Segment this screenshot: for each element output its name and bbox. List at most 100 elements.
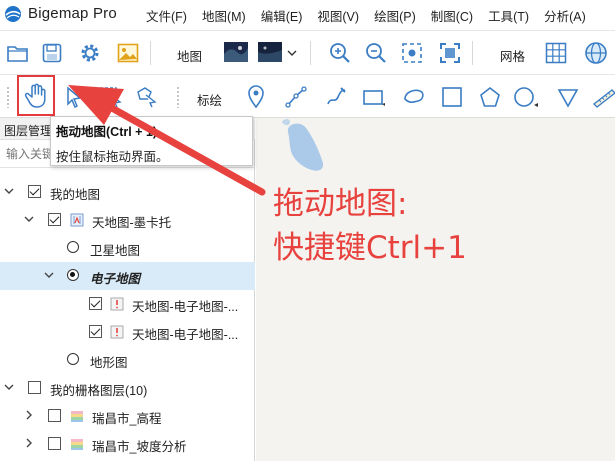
map-radio[interactable]	[67, 353, 79, 365]
tree-label: 我的地图	[50, 188, 101, 202]
chevron-down-icon[interactable]	[284, 39, 300, 67]
globe-icon[interactable]	[582, 39, 610, 67]
polyline-icon[interactable]	[282, 83, 310, 111]
tree-row-vector-layer[interactable]: 天地图-电子地图-...	[0, 290, 255, 318]
map-canvas[interactable]	[256, 118, 615, 461]
tree-label: 瑞昌市_坡度分析	[92, 440, 187, 454]
image-icon[interactable]	[114, 39, 142, 67]
tree-label: 电子地图	[90, 272, 141, 286]
main-toolbar: 地图 网格	[0, 30, 615, 74]
menu-map[interactable]: 地图(M)	[202, 6, 246, 25]
marker-icon[interactable]	[242, 83, 270, 111]
zoom-extent-icon[interactable]	[398, 39, 426, 67]
layer-panel: 图层管理 我的地图 天地图-墨卡托 卫星地图 电子地图	[0, 118, 255, 461]
tree-row-ruichang-slope[interactable]: 瑞昌市_坡度分析	[0, 430, 255, 458]
annotation-line-2: 快捷键Ctrl+1	[273, 230, 467, 266]
freehand-line-icon[interactable]	[322, 83, 350, 111]
tooltip: 拖动地图(Ctrl + 1) 按住鼠标拖动界面。	[50, 116, 253, 166]
tree-label: 天地图-电子地图-...	[132, 328, 239, 342]
menu-edit[interactable]: 编辑(E)	[261, 6, 303, 25]
zoom-out-icon[interactable]	[362, 39, 390, 67]
pentagon-icon[interactable]	[476, 83, 504, 111]
toolbar-grip[interactable]	[6, 86, 10, 108]
rectangle-icon[interactable]	[360, 83, 388, 111]
map-radio[interactable]	[67, 241, 79, 253]
tree-row-tianditu-mercator[interactable]: 天地图-墨卡托	[0, 206, 255, 234]
tree-label: 卫星地图	[90, 244, 141, 258]
shortcut-annotation: 拖动地图: 快捷键Ctrl+1	[273, 182, 467, 270]
chevron-down-icon[interactable]	[4, 382, 14, 392]
grid-label[interactable]: 网格	[500, 46, 525, 65]
layer-checkbox[interactable]	[48, 213, 61, 226]
layer-checkbox[interactable]	[89, 297, 102, 310]
toolbar-divider	[310, 41, 311, 65]
tooltip-title: 拖动地图(Ctrl + 1)	[56, 125, 158, 139]
map-radio[interactable]	[67, 269, 79, 281]
tree-label: 我的栅格图层(10)	[50, 384, 148, 398]
chevron-down-icon[interactable]	[24, 214, 34, 224]
toolbar-divider	[472, 41, 473, 65]
gear-icon[interactable]	[76, 39, 104, 67]
chevron-right-icon[interactable]	[24, 410, 34, 420]
map-label[interactable]: 地图	[177, 46, 202, 65]
zoom-in-icon[interactable]	[326, 39, 354, 67]
layer-checkbox[interactable]	[48, 409, 61, 422]
tree-row-my-raster-layers[interactable]: 我的栅格图层(10)	[0, 374, 255, 402]
drawing-toolbar: 标绘	[0, 74, 615, 118]
tree-row-terrain-map[interactable]: 地形图	[0, 346, 255, 374]
highlight-box	[17, 75, 55, 116]
title-bar: Bigemap Pro 文件(F) 地图(M) 编辑(E) 视图(V) 绘图(P…	[0, 0, 615, 28]
freehand-polygon-icon[interactable]	[400, 83, 428, 111]
layer-checkbox[interactable]	[48, 437, 61, 450]
tile-layer-icon	[110, 325, 124, 339]
layer-checkbox[interactable]	[28, 185, 41, 198]
menu-bar: 文件(F) 地图(M) 编辑(E) 视图(V) 绘图(P) 制图(C) 工具(T…	[146, 6, 601, 25]
open-folder-icon[interactable]	[4, 39, 32, 67]
menu-cartography[interactable]: 制图(C)	[431, 6, 473, 25]
tree-label: 天地图-电子地图-...	[132, 300, 239, 314]
tree-label: 瑞昌市_高程	[92, 412, 162, 426]
menu-tools[interactable]: 工具(T)	[488, 6, 529, 25]
circle-icon[interactable]	[512, 83, 540, 111]
annotate-label[interactable]: 标绘	[197, 90, 222, 109]
chevron-right-icon[interactable]	[24, 438, 34, 448]
bigemap-logo-icon	[5, 6, 21, 22]
map-water-body	[282, 119, 324, 171]
tree-label: 天地图-墨卡托	[92, 216, 172, 230]
select-area-icon[interactable]	[96, 83, 124, 111]
tree-row-annotation-layer[interactable]: 天地图-电子地图-...	[0, 318, 255, 346]
ruler-icon[interactable]	[590, 83, 615, 111]
tree-row-satellite-map[interactable]: 卫星地图	[0, 234, 255, 262]
layer-checkbox[interactable]	[89, 325, 102, 338]
menu-view[interactable]: 视图(V)	[317, 6, 359, 25]
grid-icon[interactable]	[542, 39, 570, 67]
app-name: Bigemap Pro	[28, 5, 117, 22]
toolbar-divider	[150, 41, 151, 65]
chevron-down-icon[interactable]	[44, 270, 54, 280]
tree-row-ruichang-elevation[interactable]: 瑞昌市_高程	[0, 402, 255, 430]
raster-gradient-icon	[71, 439, 83, 450]
menu-analysis[interactable]: 分析(A)	[544, 6, 586, 25]
tree-label: 地形图	[90, 356, 128, 370]
map-layer-icon	[70, 213, 84, 227]
panel-title: 图层管理	[4, 124, 53, 138]
satellite-map-thumbnail-icon[interactable]	[222, 38, 250, 66]
chevron-down-icon[interactable]	[4, 186, 14, 196]
tile-layer-icon	[110, 297, 124, 311]
full-extent-icon[interactable]	[436, 39, 464, 67]
map-style-thumbnail-icon[interactable]	[256, 38, 284, 66]
tree-row-electronic-map[interactable]: 电子地图	[0, 262, 255, 290]
select-pointer-icon[interactable]	[60, 83, 88, 111]
tooltip-description: 按住鼠标拖动界面。	[56, 150, 169, 164]
annotation-line-1: 拖动地图:	[273, 186, 408, 222]
save-icon[interactable]	[38, 39, 66, 67]
select-shape-icon[interactable]	[132, 83, 160, 111]
menu-draw[interactable]: 绘图(P)	[374, 6, 416, 25]
tree-row-my-map[interactable]: 我的地图	[0, 178, 255, 206]
layer-checkbox[interactable]	[28, 381, 41, 394]
menu-file[interactable]: 文件(F)	[146, 6, 187, 25]
square-icon[interactable]	[438, 83, 466, 111]
raster-gradient-icon	[71, 411, 83, 422]
toolbar-grip[interactable]	[176, 86, 180, 108]
sector-icon[interactable]	[554, 83, 582, 111]
